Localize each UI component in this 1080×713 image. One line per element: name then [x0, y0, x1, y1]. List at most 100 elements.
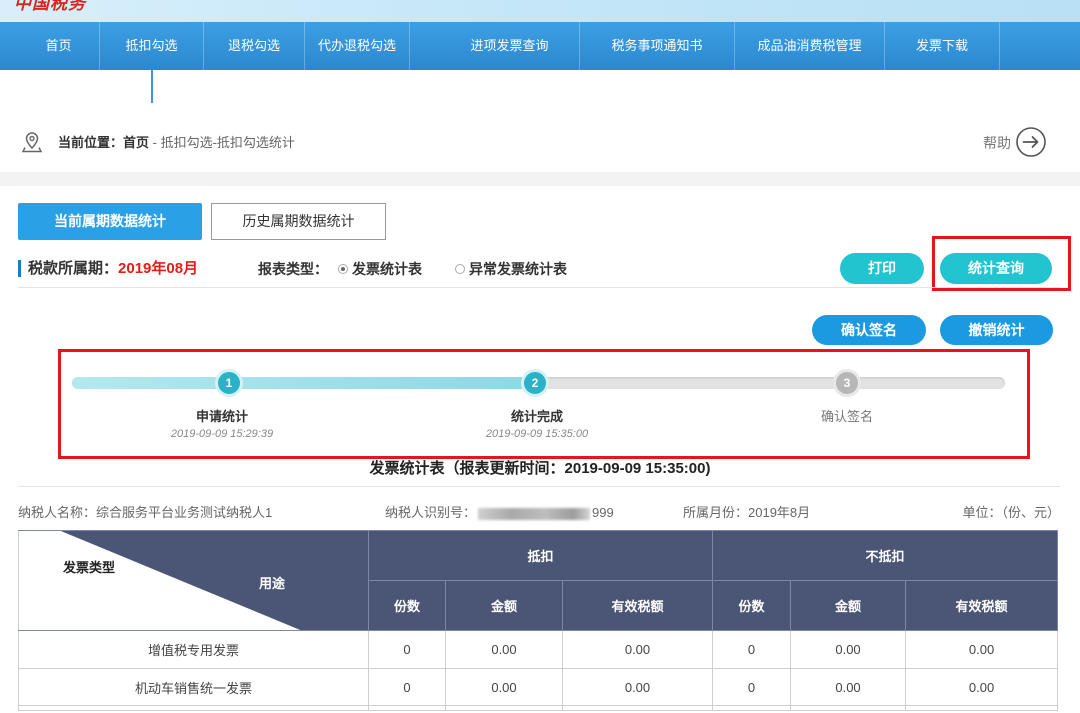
- cell-empty: [905, 705, 1059, 711]
- cell-empty: [18, 705, 369, 711]
- corner-col-label: 用途: [259, 576, 286, 591]
- tax-month: 所属月份：2019年8月: [683, 503, 810, 523]
- group-header-non-deduct: 不抵扣: [712, 530, 1059, 581]
- site-logo: 中国税务: [14, 0, 86, 14]
- nav-item-input-invoice-query[interactable]: 进项发票查询: [440, 22, 580, 70]
- tab-history-period-stats[interactable]: 历史属期数据统计: [211, 203, 386, 240]
- cell-empty: [368, 705, 446, 711]
- taxpayer-id: 纳税人识别号： 999: [385, 503, 614, 523]
- cell-non-deduct-valid-tax: 0.00: [905, 668, 1059, 706]
- arrow-circle-right-icon[interactable]: [1015, 126, 1047, 158]
- subheader-amount: 金额: [445, 580, 563, 631]
- tax-month-label: 所属月份：: [683, 505, 749, 520]
- cell-deduct-count: 0: [368, 668, 446, 706]
- unit-value: （份、元）: [1001, 505, 1060, 520]
- highlight-box-progress: [58, 349, 1030, 459]
- table-row: 机动车销售统一发票 0 0.00 0.00 0 0.00 0.00: [18, 668, 1059, 706]
- subheader-valid-tax: 有效税额: [561, 580, 714, 631]
- help-link[interactable]: 帮助: [983, 133, 1011, 153]
- nav-item-home[interactable]: 首页: [18, 22, 100, 70]
- report-type-label: 报表类型：: [258, 261, 328, 277]
- subheader-amount: 金额: [790, 580, 907, 631]
- revoke-stats-button[interactable]: 撤销统计: [940, 315, 1053, 345]
- nav-item-deduction-select[interactable]: 抵扣勾选: [100, 22, 204, 70]
- subheader-valid-tax: 有效税额: [905, 580, 1059, 631]
- step-2: 统计完成 2019-09-09 15:35:00: [437, 408, 637, 442]
- cell-invoice-type: 机动车销售统一发票: [18, 668, 369, 706]
- cell-deduct-count: 0: [368, 630, 446, 669]
- invoice-stats-table: 发票类型 用途 抵扣 不抵扣 份数 金额 有效税额 份数 金额 有效税额 增值税…: [18, 530, 1059, 711]
- section-divider: [0, 172, 1080, 186]
- location-pin-icon: [21, 132, 43, 153]
- progress-fill: [72, 377, 535, 389]
- highlight-box-query: [932, 236, 1071, 291]
- divider: [18, 287, 1060, 288]
- step-label: 申请统计: [195, 409, 248, 424]
- radio-abnormal-invoice-stats-label[interactable]: 异常发票统计表: [469, 258, 567, 280]
- cell-deduct-amount: 0.00: [445, 630, 563, 669]
- nav-item-refund-select[interactable]: 退税勾选: [204, 22, 305, 70]
- cell-non-deduct-count: 0: [712, 630, 792, 669]
- top-banner: 中国税务: [0, 0, 1080, 22]
- nav-active-indicator: [151, 70, 153, 103]
- step-1-marker: 1: [215, 369, 243, 397]
- tab-current-period-stats[interactable]: 当前属期数据统计: [18, 203, 202, 240]
- table-row-partial: [18, 705, 1059, 711]
- cell-non-deduct-amount: 0.00: [790, 630, 907, 669]
- print-button[interactable]: 打印: [840, 253, 924, 284]
- cell-deduct-amount: 0.00: [445, 668, 563, 706]
- nav-item-agent-refund-select[interactable]: 代办退税勾选: [305, 22, 410, 70]
- cell-non-deduct-count: 0: [712, 668, 792, 706]
- section-marker: [18, 260, 21, 277]
- corner-row-label: 发票类型: [63, 560, 116, 575]
- main-nav: 首页 抵扣勾选 退税勾选 代办退税勾选 进项发票查询 税务事项通知书 成品油消费…: [0, 22, 1080, 70]
- table-header-row: 发票类型 用途 抵扣 不抵扣: [18, 530, 1059, 631]
- redacted-taxpayer-id: [478, 507, 591, 520]
- divider: [18, 486, 1060, 487]
- tax-period-value: 2019年08月: [118, 260, 199, 277]
- tax-period: 税款所属期：2019年08月: [28, 258, 198, 280]
- cell-invoice-type: 增值税专用发票: [18, 630, 369, 669]
- radio-invoice-stats-label[interactable]: 发票统计表: [352, 258, 422, 280]
- table-corner-header: 发票类型 用途: [18, 530, 369, 631]
- step-1: 申请统计 2019-09-09 15:29:39: [122, 408, 322, 442]
- nav-item-oil-consumption-tax[interactable]: 成品油消费税管理: [735, 22, 885, 70]
- breadcrumb-home[interactable]: 首页: [123, 135, 149, 150]
- step-2-marker: 2: [521, 369, 549, 397]
- taxpayer-id-suffix: 999: [592, 505, 614, 520]
- report-title: 发票统计表（报表更新时间：2019-09-09 15:35:00): [369, 460, 711, 477]
- step-3: 确认签名: [747, 408, 947, 426]
- radio-invoice-stats[interactable]: [338, 264, 348, 274]
- subheader-count: 份数: [712, 580, 792, 631]
- nav-item-tax-notice[interactable]: 税务事项通知书: [580, 22, 735, 70]
- cell-empty: [561, 705, 714, 711]
- breadcrumb-prefix: 当前位置：: [58, 135, 124, 150]
- group-header-deduct: 抵扣: [367, 530, 714, 581]
- taxpayer-name: 纳税人名称：综合服务平台业务测试纳税人1: [18, 503, 272, 523]
- cell-deduct-valid-tax: 0.00: [561, 668, 714, 706]
- page: 中国税务 首页 抵扣勾选 退税勾选 代办退税勾选 进项发票查询 税务事项通知书 …: [0, 0, 1080, 713]
- step-label: 确认签名: [820, 409, 873, 424]
- cell-non-deduct-amount: 0.00: [790, 668, 907, 706]
- cell-empty: [790, 705, 907, 711]
- cell-deduct-valid-tax: 0.00: [561, 630, 714, 669]
- radio-abnormal-invoice-stats[interactable]: [455, 264, 465, 274]
- tax-period-label: 税款所属期：: [28, 260, 119, 277]
- cell-empty: [712, 705, 792, 711]
- unit-label: 单位：: [962, 505, 1002, 520]
- taxpayer-name-label: 纳税人名称：: [18, 505, 97, 520]
- unit: 单位：（份、元）: [962, 503, 1060, 523]
- diagonal-divider: [60, 531, 368, 630]
- nav-item-invoice-download[interactable]: 发票下载: [885, 22, 1000, 70]
- tax-month-value: 2019年8月: [748, 505, 811, 520]
- step-time: 2019-09-09 15:35:00: [485, 428, 589, 440]
- taxpayer-name-value: 综合服务平台业务测试纳税人1: [96, 505, 273, 520]
- table-row: 增值税专用发票 0 0.00 0.00 0 0.00 0.00: [18, 630, 1059, 669]
- breadcrumb: 当前位置：首页 - 抵扣勾选-抵扣勾选统计: [58, 133, 295, 153]
- step-time: 2019-09-09 15:29:39: [170, 428, 274, 440]
- breadcrumb-path: - 抵扣勾选-抵扣勾选统计: [149, 135, 295, 150]
- cell-empty: [445, 705, 563, 711]
- step-3-marker: 3: [833, 369, 861, 397]
- subheader-count: 份数: [368, 580, 446, 631]
- confirm-sign-button[interactable]: 确认签名: [812, 315, 926, 345]
